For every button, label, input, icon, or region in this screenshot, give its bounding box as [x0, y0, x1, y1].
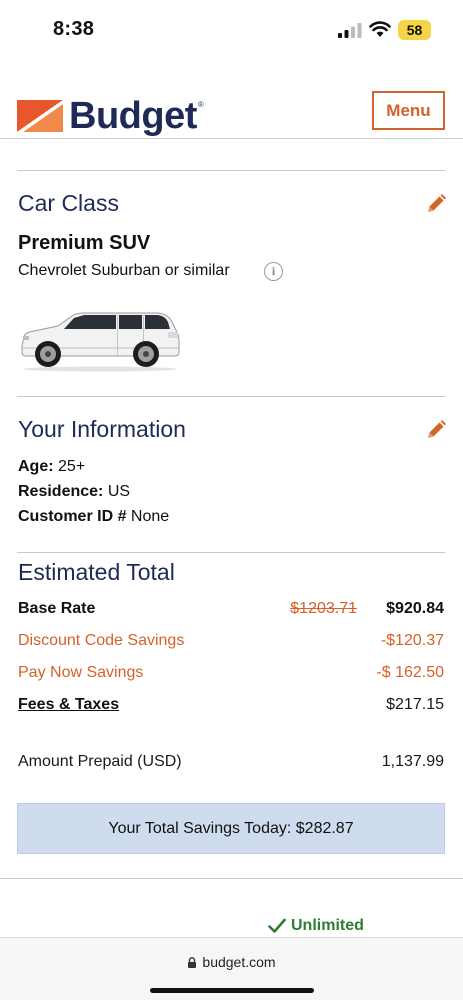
section-divider	[17, 552, 445, 553]
customer-id-label: Customer ID #	[18, 508, 127, 525]
unlimited-text: Unlimited	[291, 917, 364, 934]
car-class-name: Premium SUV	[18, 232, 151, 254]
fees-and-taxes-value: $217.15	[386, 696, 444, 713]
age-label: Age:	[18, 458, 54, 475]
estimated-total-title: Estimated Total	[18, 559, 175, 585]
check-icon	[268, 918, 286, 933]
section-divider	[17, 396, 445, 397]
discount-code-savings-label: Discount Code Savings	[18, 632, 185, 649]
status-bar: 8:38 58	[0, 0, 463, 62]
car-model: Chevrolet Suburban or similar	[18, 262, 230, 279]
lock-icon	[188, 957, 197, 968]
residence-label: Residence:	[18, 483, 104, 500]
budget-logo[interactable]: Budget ®	[17, 96, 204, 140]
residence-line: Residence: US	[18, 483, 130, 501]
customer-id-line: Customer ID # None	[18, 508, 169, 526]
fees-and-taxes-link[interactable]: Fees & Taxes	[18, 696, 119, 714]
amount-prepaid-label: Amount Prepaid (USD)	[18, 753, 182, 770]
url-text: budget.com	[202, 954, 276, 970]
age-value: 25+	[58, 458, 86, 475]
base-rate-original-price: $1203.71	[290, 600, 357, 617]
pay-now-savings-value: -$ 162.50	[376, 664, 444, 681]
discount-code-savings-value: -$120.37	[380, 632, 444, 649]
status-time: 8:38	[53, 18, 95, 40]
amount-prepaid-value: 1,137.99	[381, 753, 444, 770]
menu-button[interactable]: Menu	[372, 91, 445, 130]
total-savings-banner: Your Total Savings Today: $282.87	[17, 803, 445, 854]
car-class-title: Car Class	[18, 190, 119, 216]
info-icon[interactable]: i	[264, 262, 283, 281]
registered-mark: ®	[197, 100, 204, 109]
home-indicator[interactable]	[150, 988, 314, 993]
logo-text: Budget	[69, 95, 197, 137]
unlimited-feature: Unlimited	[268, 917, 364, 935]
pay-now-savings-label: Pay Now Savings	[18, 664, 144, 681]
edit-your-information-pencil-icon[interactable]	[426, 420, 446, 440]
section-divider	[17, 170, 445, 171]
section-divider	[0, 878, 463, 879]
edit-car-class-pencil-icon[interactable]	[426, 194, 446, 214]
your-information-title: Your Information	[18, 416, 186, 442]
battery-icon: 58	[398, 20, 431, 40]
base-rate-label: Base Rate	[18, 600, 96, 617]
base-rate-value: $920.84	[386, 600, 444, 617]
wifi-icon	[369, 21, 391, 37]
residence-value: US	[107, 483, 131, 500]
signal-icon	[338, 23, 362, 38]
age-line: Age: 25+	[18, 458, 85, 476]
car-image	[21, 312, 180, 372]
site-header: Budget ® Menu	[0, 62, 463, 139]
url-display[interactable]: budget.com	[0, 954, 463, 970]
browser-address-bar[interactable]: budget.com	[0, 937, 463, 1000]
customer-id-value: None	[130, 508, 170, 525]
budget-logo-mark-icon	[17, 100, 63, 132]
